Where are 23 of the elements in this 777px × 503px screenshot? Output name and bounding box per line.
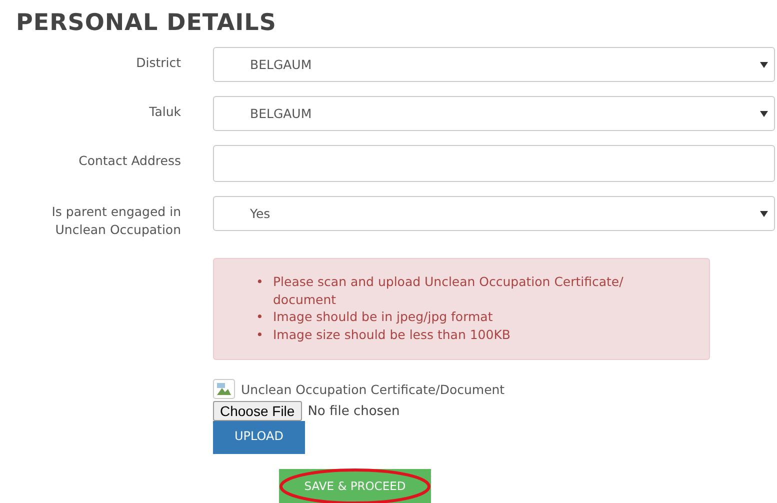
dropdown[interactable]: BELGAUM xyxy=(213,96,775,131)
bullet-mark: • xyxy=(256,326,264,343)
section-heading: PERSONAL DETAILS xyxy=(16,10,276,36)
field-label: Is parent engaged in Unclean Occupation xyxy=(50,203,181,239)
field-label: Contact Address xyxy=(78,152,181,170)
caret-icon xyxy=(760,110,768,116)
field-label: District xyxy=(135,54,181,72)
caret-icon xyxy=(760,62,768,68)
field-label: Taluk xyxy=(148,103,181,121)
caret-icon xyxy=(760,210,768,216)
dropdown[interactable]: BELGAUM xyxy=(213,47,775,82)
bullet-mark: • xyxy=(256,308,264,326)
bullet-mark: • xyxy=(256,273,264,291)
dropdown[interactable]: Yes xyxy=(213,196,775,231)
file-status: No file chosen xyxy=(308,404,400,418)
notice-item: Image size should be less than 100KB xyxy=(273,326,512,343)
upload-button[interactable]: UPLOAD xyxy=(213,421,305,454)
choose-file-button[interactable]: Choose File xyxy=(213,401,302,421)
notice-item: Image should be in jpeg/jpg format xyxy=(273,308,494,326)
upload-caption: Unclean Occupation Certificate/Document xyxy=(241,382,505,396)
input-field[interactable] xyxy=(213,145,775,182)
notice-item: Please scan and upload Unclean Occupation Certificate/ document xyxy=(273,273,624,308)
broken-image-icon xyxy=(213,379,235,399)
